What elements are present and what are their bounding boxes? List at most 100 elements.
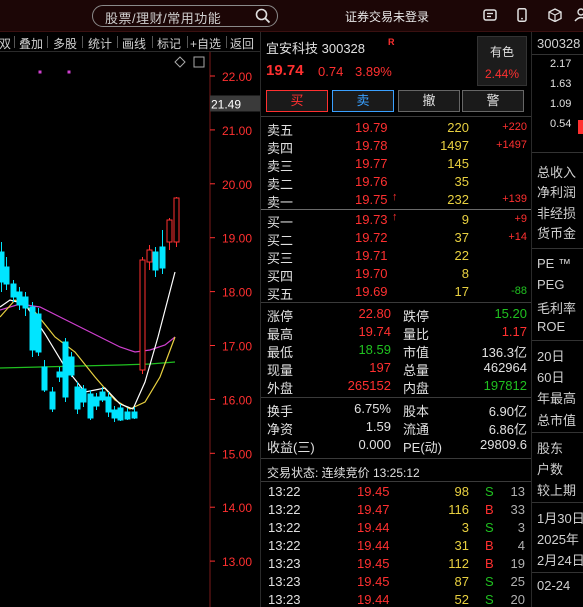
toolbar-divider xyxy=(117,36,118,48)
bid-row[interactable]: 买一 19.73 ↑ 9 +9 xyxy=(261,211,531,230)
tick-volume: 112 xyxy=(448,556,469,571)
ask-volume: 1497 xyxy=(440,138,469,153)
inner-volume-value: 197812 xyxy=(483,378,527,393)
bid-volume: 8 xyxy=(461,266,469,281)
candle-down xyxy=(105,396,112,413)
bid-row[interactable]: 买三 19.71 22 xyxy=(261,247,531,266)
tick-row[interactable]: 13:23 19.45 112 B 19 xyxy=(261,555,531,573)
market-cap-value: 136.3亿 xyxy=(481,345,527,360)
toolbar-mark[interactable]: 标记 xyxy=(157,35,181,52)
tick-row[interactable]: 13:23 19.44 52 S 20 xyxy=(261,591,531,607)
trade-state: 交易状态: 连续竞价 13:25:12 xyxy=(267,466,420,480)
toolbar-divider xyxy=(14,36,15,48)
candle-down xyxy=(159,246,166,269)
marker-dot xyxy=(67,70,71,74)
candle-down xyxy=(29,306,36,351)
tick-time: 13:22 xyxy=(268,538,301,553)
toolbar-divider xyxy=(226,36,227,48)
tick-row[interactable]: 13:22 19.44 31 B 4 xyxy=(261,537,531,555)
mobile-icon[interactable] xyxy=(515,8,529,22)
high-value: 19.74 xyxy=(358,324,391,339)
ask-row[interactable]: 卖一 19.75 ↑ 232 +139 xyxy=(261,191,531,210)
price-change: 0.74 xyxy=(318,64,344,79)
up-arrow-icon: ↑ xyxy=(392,191,398,203)
stat-label: 最低 xyxy=(267,345,294,360)
side-label: 年最高 xyxy=(537,391,577,406)
tick-time: 13:23 xyxy=(268,556,301,571)
side-label: ROE xyxy=(537,319,566,334)
side-bar-fill xyxy=(578,120,583,134)
kline-chart[interactable]: 22.00 21.00 20.00 19.00 18.00 17.00 16.00 15.00… xyxy=(0,52,260,607)
tick-side: B xyxy=(485,502,494,517)
bid-volume: 17 xyxy=(454,284,469,299)
toolbar-overlay[interactable]: 叠加 xyxy=(19,35,43,52)
current-volume-value: 197 xyxy=(369,360,391,375)
stat-label: 跌停 xyxy=(403,309,430,324)
top-bar: 股票/理财/常用功能 证券交易未登录 xyxy=(0,0,583,32)
cursor-price-label: 21.49 xyxy=(211,97,241,111)
ask-volume: 145 xyxy=(447,156,469,171)
tick-row[interactable]: 13:22 19.47 116 B 33 xyxy=(261,501,531,519)
tick-time: 13:22 xyxy=(268,484,301,499)
package-icon[interactable] xyxy=(548,8,562,22)
bid-price: 19.71 xyxy=(355,248,388,263)
chart-toolbar: 双 叠加 多股 统计 画线 标记 +自选 返回 xyxy=(0,32,260,52)
stat-label: 总量 xyxy=(403,363,430,378)
toolbar-divider xyxy=(152,36,153,48)
ask-row[interactable]: 卖二 19.76 35 xyxy=(261,173,531,192)
tick-price: 19.47 xyxy=(357,502,390,517)
kline-chart-svg[interactable]: 22.00 21.00 20.00 19.00 18.00 17.00 16.00 15.00… xyxy=(0,52,260,607)
ask-price: 19.77 xyxy=(355,156,388,171)
divider xyxy=(532,152,583,153)
ask-row[interactable]: 卖四 19.78 1497 +1497 xyxy=(261,137,531,156)
sell-button[interactable]: 卖 xyxy=(332,90,394,112)
sector-box[interactable]: 有色 2.44% xyxy=(477,36,527,86)
tick-count: 33 xyxy=(510,502,525,517)
tick-row[interactable]: 13:22 19.45 98 S 13 xyxy=(261,483,531,501)
bid-row[interactable]: 买二 19.72 37 +14 xyxy=(261,229,531,248)
toolbar-stats[interactable]: 统计 xyxy=(88,35,112,52)
search-input[interactable]: 股票/理财/常用功能 xyxy=(105,8,221,27)
net-assets-value: 1.59 xyxy=(365,419,391,434)
message-icon[interactable] xyxy=(483,8,497,22)
tick-row[interactable]: 13:22 19.44 3 S 3 xyxy=(261,519,531,537)
side-label: PE ™ xyxy=(537,256,571,271)
tick-side: S xyxy=(485,484,494,499)
cancel-order-button[interactable]: 撤 xyxy=(398,90,460,112)
quote-panel: 宜安科技 300328 R 19.74 0.74 3.89% 有色 2.44% … xyxy=(260,32,531,607)
login-status[interactable]: 证券交易未登录 xyxy=(345,8,429,25)
search-icon[interactable] xyxy=(255,8,271,24)
toolbar-dual[interactable]: 双 xyxy=(0,35,11,52)
tick-row[interactable]: 13:23 19.45 87 S 25 xyxy=(261,573,531,591)
search-box[interactable]: 股票/理财/常用功能 xyxy=(92,5,278,27)
orderbook-divider xyxy=(261,209,531,210)
toolbar-multi-stock[interactable]: 多股 xyxy=(53,35,77,52)
candle-down xyxy=(74,386,81,410)
side-label: 2月24日 xyxy=(537,553,583,568)
sector-name: 有色 xyxy=(489,45,514,59)
stat-label: 流通 xyxy=(403,422,430,437)
toolbar-draw-line[interactable]: 画线 xyxy=(122,35,146,52)
ask-row[interactable]: 卖三 19.77 145 xyxy=(261,155,531,174)
diamond-icon xyxy=(174,56,186,68)
ask-row[interactable]: 卖五 19.79 220 +220 xyxy=(261,119,531,138)
stock-title: 宜安科技 300328 xyxy=(266,38,365,57)
side-label: 1月30日 xyxy=(537,511,583,526)
toolbar-back[interactable]: 返回 xyxy=(230,35,254,52)
bid-row[interactable]: 买四 19.70 8 xyxy=(261,265,531,284)
ask-price: 19.78 xyxy=(355,138,388,153)
divider xyxy=(261,458,531,459)
price-alert-button[interactable]: 警 xyxy=(462,90,524,112)
toolbar-add-watchlist[interactable]: +自选 xyxy=(190,35,221,52)
buy-button[interactable]: 买 xyxy=(266,90,328,112)
user-icon[interactable] xyxy=(574,8,583,22)
tick-time: 13:22 xyxy=(268,502,301,517)
bid-row[interactable]: 买五 19.69 17 -88 xyxy=(261,283,531,302)
tick-volume: 116 xyxy=(448,502,469,517)
tick-side: S xyxy=(485,520,494,535)
stat-label: 外盘 xyxy=(267,381,294,396)
side-label: 总市值 xyxy=(537,413,577,428)
limit-down-value: 15.20 xyxy=(494,306,527,321)
ask-price: 19.76 xyxy=(355,174,388,189)
tick-price: 19.45 xyxy=(357,484,390,499)
